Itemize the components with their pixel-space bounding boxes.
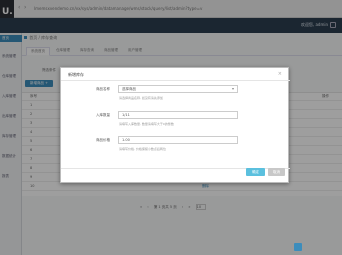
- goods-help: 请选择商品名称, 如没有请先添加: [119, 96, 163, 100]
- price-input[interactable]: 1.00: [118, 136, 238, 144]
- quantity-help: 请填写入库数量, 数量请填写大于0的整数: [119, 122, 174, 126]
- close-icon[interactable]: ×: [278, 71, 282, 77]
- field-label-goods: 商品名称: [96, 87, 110, 91]
- cancel-button[interactable]: 取消: [268, 168, 285, 176]
- field-label-qty: 入库数量: [96, 113, 110, 117]
- add-stock-modal: 新增库存 × 商品名称 选择商品 请选择商品名称, 如没有请先添加 入库数量 1…: [60, 67, 290, 183]
- goods-select[interactable]: 选择商品: [118, 85, 238, 93]
- confirm-button[interactable]: 确定: [246, 168, 265, 176]
- price-help: 请填写价格, 价格保留小数点后两位: [119, 147, 166, 151]
- modal-divider: [61, 80, 290, 81]
- quantity-input[interactable]: 1/11: [118, 111, 238, 119]
- modal-title: 新增库存: [68, 72, 84, 77]
- field-label-price: 商品价格: [96, 138, 110, 142]
- tray-app-icon[interactable]: [294, 243, 302, 251]
